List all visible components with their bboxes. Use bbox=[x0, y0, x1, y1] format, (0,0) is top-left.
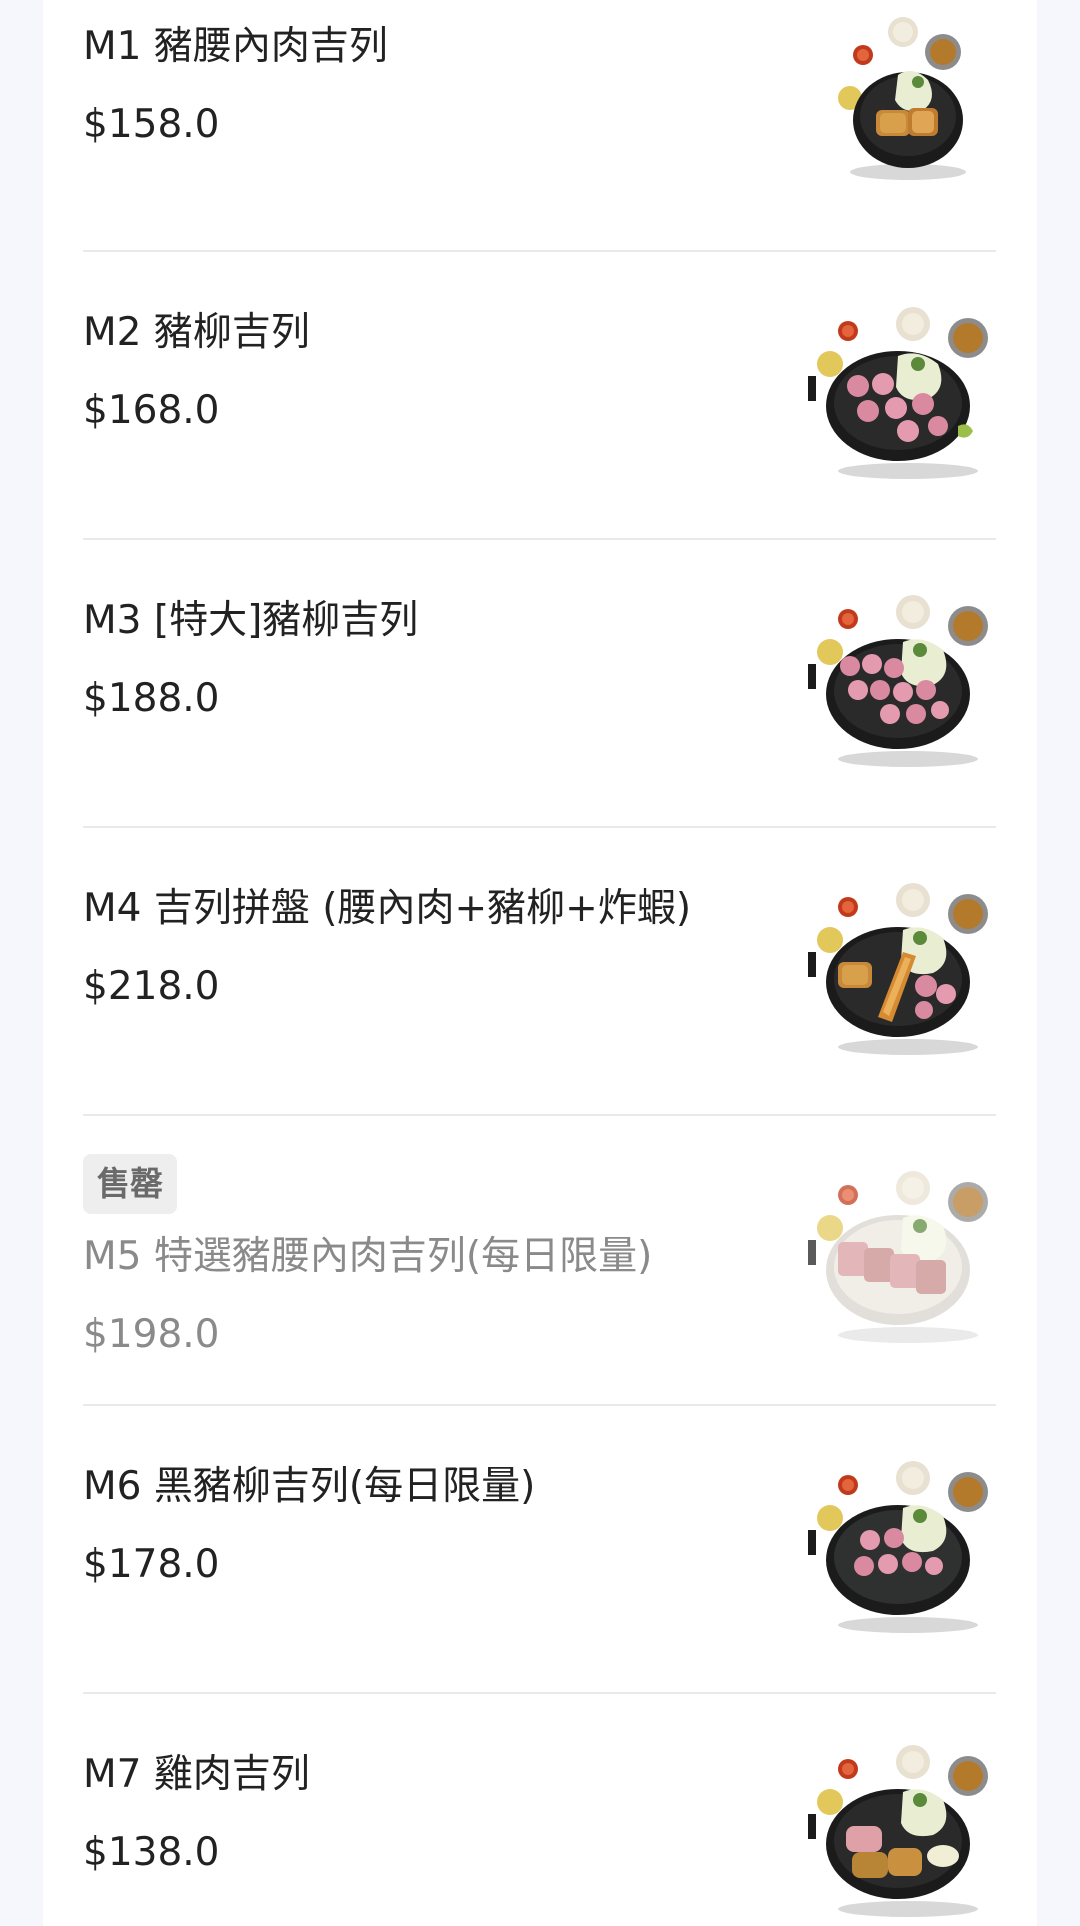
item-name: M7 雞肉吉列 bbox=[83, 1752, 310, 1797]
item-price: $178.0 bbox=[83, 1542, 220, 1587]
menu-item-m2[interactable]: M2 豬柳吉列 $168.0 bbox=[83, 252, 996, 538]
food-photo[interactable] bbox=[808, 882, 998, 1058]
item-name: M1 豬腰內肉吉列 bbox=[83, 24, 388, 69]
item-price: $158.0 bbox=[83, 102, 220, 147]
item-name: M6 黑豬柳吉列(每日限量) bbox=[83, 1464, 536, 1509]
item-name: M2 豬柳吉列 bbox=[83, 310, 310, 355]
menu-item-m5[interactable]: 售罄 M5 特選豬腰內肉吉列(每日限量) $198.0 bbox=[83, 1116, 996, 1404]
item-price: $218.0 bbox=[83, 964, 220, 1009]
menu-item-m1[interactable]: M1 豬腰內肉吉列 $158.0 bbox=[83, 0, 996, 250]
food-photo[interactable] bbox=[808, 1460, 998, 1636]
item-price: $188.0 bbox=[83, 676, 220, 721]
menu-item-m4[interactable]: M4 吉列拼盤 (腰內肉+豬柳+炸蝦) $218.0 bbox=[83, 828, 996, 1114]
menu-item-m6[interactable]: M6 黑豬柳吉列(每日限量) $178.0 bbox=[83, 1406, 996, 1692]
item-price: $168.0 bbox=[83, 388, 220, 433]
item-price: $198.0 bbox=[83, 1312, 220, 1357]
food-photo[interactable] bbox=[808, 10, 998, 186]
menu-item-m3[interactable]: M3 [特大]豬柳吉列 $188.0 bbox=[83, 540, 996, 826]
sold-out-badge: 售罄 bbox=[83, 1154, 177, 1214]
item-name: M4 吉列拼盤 (腰內肉+豬柳+炸蝦) bbox=[83, 886, 692, 931]
item-name: M5 特選豬腰內肉吉列(每日限量) bbox=[83, 1234, 653, 1279]
food-photo[interactable] bbox=[808, 1744, 998, 1920]
food-photo[interactable] bbox=[808, 1170, 998, 1346]
food-photo[interactable] bbox=[808, 594, 998, 770]
item-price: $138.0 bbox=[83, 1830, 220, 1875]
item-name: M3 [特大]豬柳吉列 bbox=[83, 598, 419, 643]
food-photo[interactable] bbox=[808, 306, 998, 482]
menu-item-m7[interactable]: M7 雞肉吉列 $138.0 bbox=[83, 1694, 996, 1926]
